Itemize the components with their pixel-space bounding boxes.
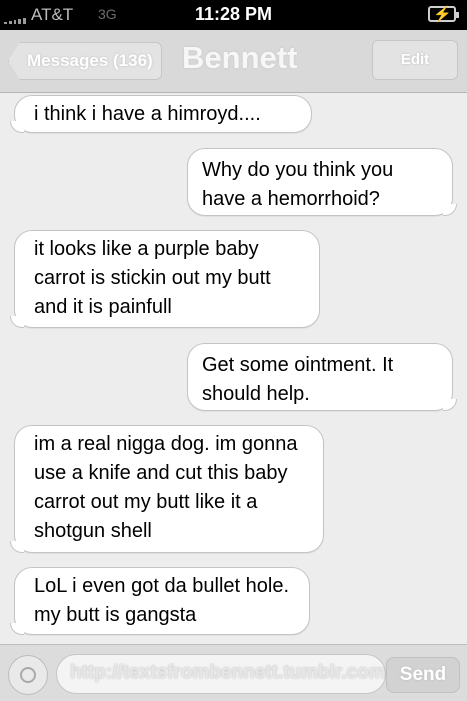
navigation-bar: Messages (136) Bennett Edit	[0, 30, 467, 93]
battery-charging-icon: ⚡	[428, 6, 459, 23]
watermark-text: http://textsfrombennett.tumblr.com	[70, 662, 386, 683]
incoming-message-bubble: im a real nigga dog. im gonna use a knif…	[10, 425, 324, 553]
incoming-message-bubble: LoL i even got da bullet hole. my butt i…	[10, 567, 310, 635]
message-composer: http://textsfrombennett.tumblr.com Send	[0, 644, 467, 701]
outgoing-message-bubble: Why do you think you have a hemorrhoid?	[187, 148, 457, 216]
edit-button[interactable]: Edit	[372, 40, 458, 80]
status-time: 11:28 PM	[194, 4, 273, 24]
charging-bolt-icon: ⚡	[433, 6, 452, 23]
messages-back-button[interactable]: Messages (136)	[8, 42, 162, 80]
camera-icon	[20, 667, 36, 683]
contact-name-title: Bennett	[182, 40, 298, 75]
incoming-message-bubble: i think i have a himroyd....	[10, 95, 312, 133]
send-button[interactable]: Send	[386, 657, 460, 693]
camera-button[interactable]	[8, 655, 48, 695]
incoming-message-bubble: it looks like a purple baby carrot is st…	[10, 230, 320, 328]
back-button-label: Messages (136)	[27, 51, 153, 70]
status-bar: AT&T 3G 11:28 PM ⚡	[0, 0, 467, 30]
outgoing-message-bubble: Get some ointment. It should help.	[187, 343, 457, 411]
